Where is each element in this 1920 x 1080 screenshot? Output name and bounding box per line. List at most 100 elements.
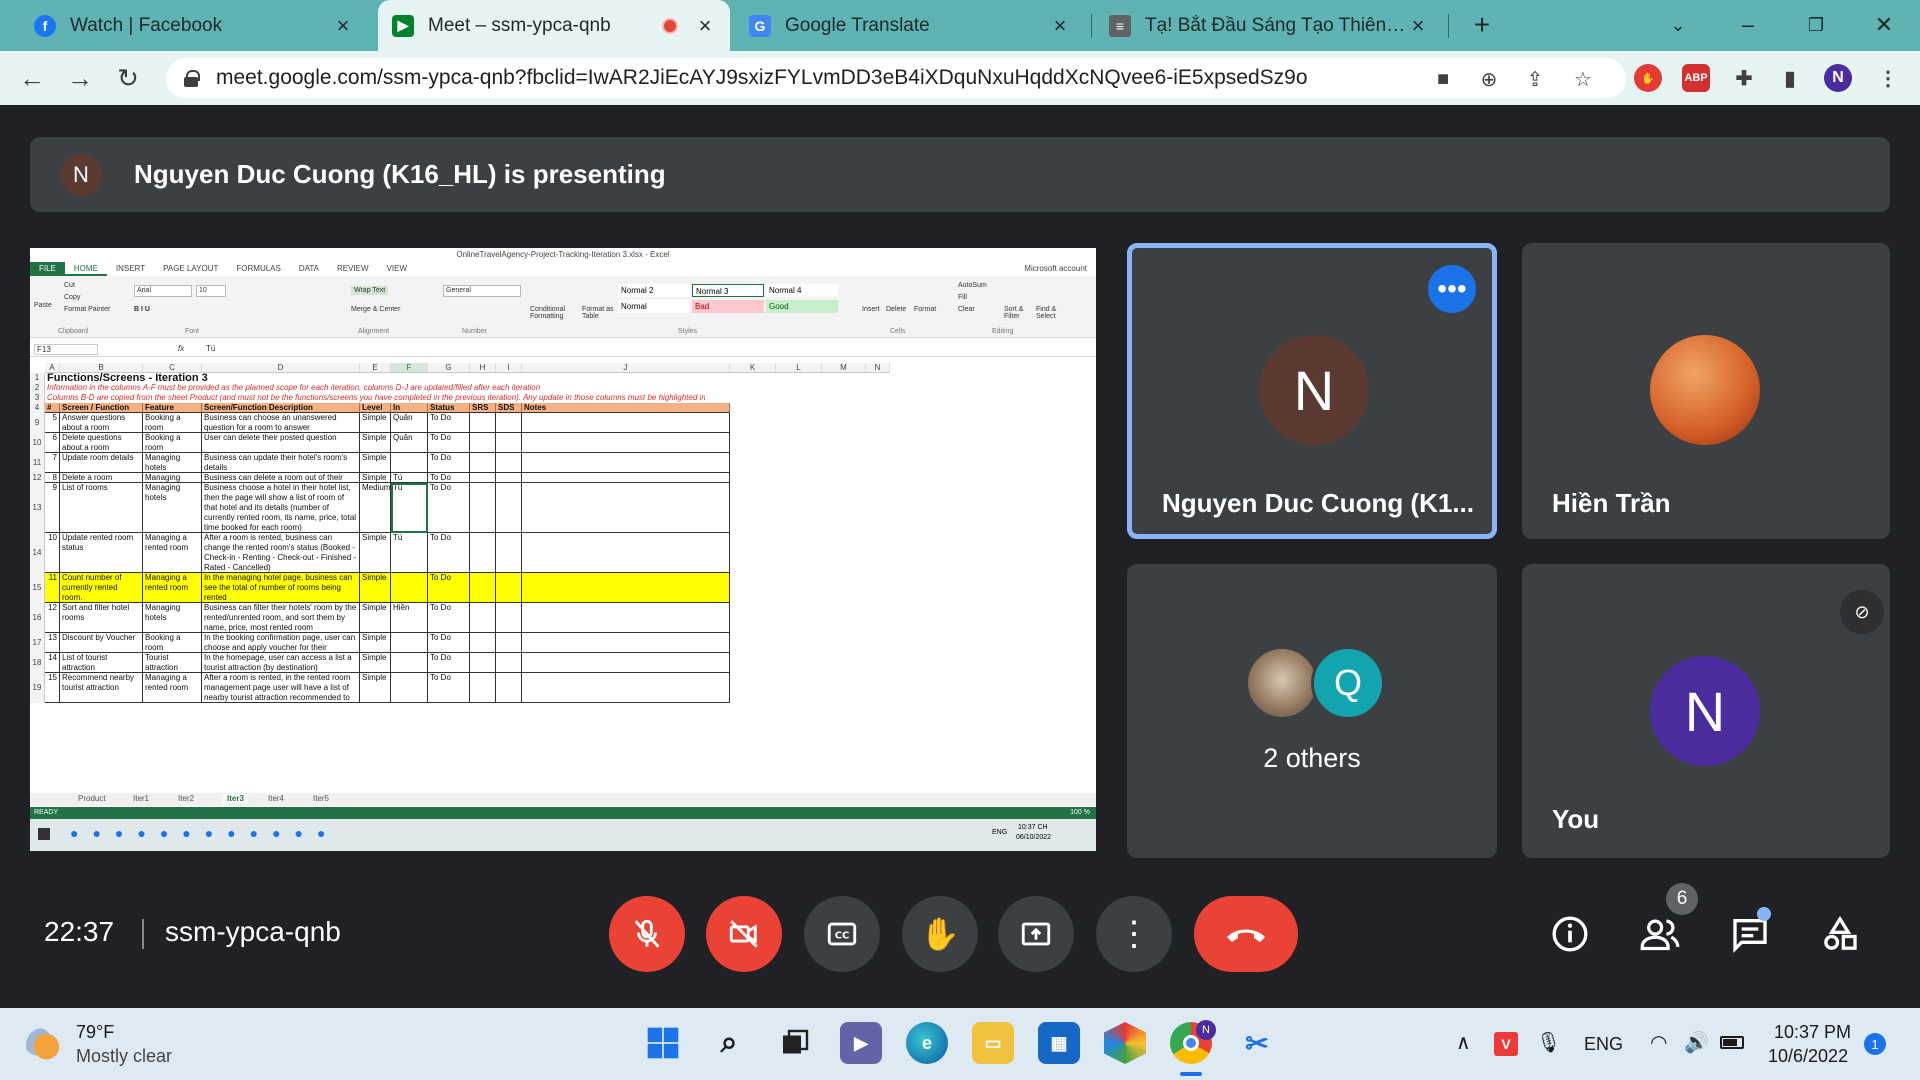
paste-button[interactable]: Paste <box>34 302 52 309</box>
table-cell[interactable]: Business can choose an unanswered questi… <box>202 413 360 433</box>
table-cell[interactable] <box>470 453 496 473</box>
row-header[interactable]: 13 <box>30 483 45 533</box>
ribbon-tab-file[interactable]: FILE <box>30 262 65 276</box>
style-good[interactable]: Good <box>766 300 838 313</box>
ribbon-tab-view[interactable]: VIEW <box>378 262 416 276</box>
table-cell[interactable] <box>470 483 496 533</box>
table-cell[interactable]: Simple <box>360 633 391 653</box>
table-cell[interactable]: Discount by Voucher <box>60 633 143 653</box>
table-cell[interactable] <box>522 473 730 483</box>
table-cell[interactable]: 5 <box>45 413 60 433</box>
wifi-icon[interactable]: ◠ <box>1650 1030 1667 1055</box>
column-header[interactable]: D <box>202 363 360 373</box>
table-cell[interactable]: Hiền <box>391 603 428 633</box>
conditional-formatting-button[interactable]: Conditional Formatting <box>530 306 580 320</box>
tab-facebook[interactable]: f Watch | Facebook × <box>20 0 368 51</box>
table-header-cell[interactable]: Notes <box>522 403 730 413</box>
sheet-tab[interactable]: Iter2 <box>178 794 194 803</box>
battery-icon[interactable] <box>1720 1036 1744 1049</box>
table-cell[interactable]: Simple <box>360 603 391 633</box>
row-header[interactable]: 16 <box>30 603 45 633</box>
table-header-cell[interactable]: SRS <box>470 403 496 413</box>
column-header[interactable]: L <box>776 363 822 373</box>
sort-filter-button[interactable]: Sort & Filter <box>1004 306 1034 320</box>
sheet-tab[interactable]: Iter5 <box>313 794 329 803</box>
participant-tile-you[interactable]: ⊘ N You <box>1522 564 1890 858</box>
column-header[interactable]: H <box>470 363 496 373</box>
table-cell[interactable]: Quân <box>391 413 428 433</box>
table-cell[interactable]: To Do <box>428 483 470 533</box>
table-cell[interactable]: Booking a room <box>143 633 202 653</box>
sheet-tab[interactable]: Iter1 <box>133 794 149 803</box>
name-box[interactable]: F13 <box>34 344 98 355</box>
column-header[interactable]: J <box>522 363 730 373</box>
table-cell[interactable] <box>496 453 522 473</box>
table-cell[interactable] <box>496 673 522 703</box>
table-cell[interactable]: 13 <box>45 633 60 653</box>
style-normal[interactable]: Normal <box>618 300 690 313</box>
minimize-button[interactable]: – <box>1728 8 1768 42</box>
table-cell[interactable]: In the booking confirmation page, user c… <box>202 633 360 653</box>
table-cell[interactable]: To Do <box>428 533 470 573</box>
table-cell[interactable]: Tourist attraction <box>143 653 202 673</box>
volume-icon[interactable]: 🔊 <box>1684 1030 1709 1055</box>
table-cell[interactable]: Managing hotels <box>143 483 202 533</box>
table-cell[interactable] <box>391 653 428 673</box>
fill-button[interactable]: Fill <box>958 294 967 301</box>
table-cell[interactable] <box>470 603 496 633</box>
table-cell[interactable]: Delete a room <box>60 473 143 483</box>
present-screen-button[interactable] <box>998 896 1074 972</box>
table-cell[interactable]: To Do <box>428 673 470 703</box>
taskbar-date[interactable]: 10/6/2022 <box>1768 1046 1848 1067</box>
ribbon-tab-review[interactable]: REVIEW <box>328 262 378 276</box>
table-cell[interactable] <box>470 573 496 603</box>
table-cell[interactable]: List of rooms <box>60 483 143 533</box>
style-normal-3[interactable]: Normal 3 <box>692 284 764 297</box>
table-cell[interactable]: To Do <box>428 413 470 433</box>
sheet-tab[interactable]: Iter3 <box>223 794 248 803</box>
row-header[interactable]: 1 <box>30 373 45 383</box>
table-cell[interactable] <box>496 573 522 603</box>
row-header[interactable]: 14 <box>30 533 45 573</box>
edge-icon[interactable]: e <box>906 1022 948 1064</box>
row-header[interactable]: 2 <box>30 383 45 393</box>
spreadsheet-grid[interactable]: A B C D E F G H I J K L M N 1 Functions/Screens - Itera… <box>30 363 1086 793</box>
table-header-cell[interactable]: Level <box>360 403 391 413</box>
new-tab-button[interactable]: + <box>1462 8 1502 42</box>
row-header[interactable]: 4 <box>30 403 45 413</box>
table-cell[interactable] <box>496 653 522 673</box>
show-hidden-icons[interactable]: ∧ <box>1456 1030 1471 1055</box>
microphone-tray-icon[interactable]: 🎙 <box>1536 1030 1561 1055</box>
participant-tile-presenter[interactable]: ••• N Nguyen Duc Cuong (K1... <box>1127 243 1497 539</box>
table-cell[interactable]: Update room details <box>60 453 143 473</box>
font-name-select[interactable]: Arial <box>134 285 192 297</box>
table-cell[interactable] <box>496 433 522 453</box>
column-header[interactable]: F <box>391 363 428 373</box>
sheet-note[interactable]: Columns B-D are copied from the sheet Pr… <box>45 393 705 403</box>
microphone-off-button[interactable] <box>609 896 685 972</box>
copy-button[interactable]: Copy <box>64 294 80 301</box>
insert-cells-button[interactable]: Insert <box>862 306 880 313</box>
sheet-tab[interactable]: Iter4 <box>268 794 284 803</box>
table-cell[interactable] <box>470 673 496 703</box>
zoom-level[interactable]: 100 % <box>1070 807 1090 819</box>
style-normal-2[interactable]: Normal 2 <box>618 284 690 297</box>
row-header[interactable]: 3 <box>30 393 45 403</box>
table-cell[interactable]: User can delete their posted question <box>202 433 360 453</box>
close-icon[interactable]: × <box>1407 13 1429 39</box>
table-cell[interactable] <box>496 603 522 633</box>
url-text[interactable]: meet.google.com/ssm-ypca-qnb?fbclid=IwAR… <box>216 66 1308 90</box>
reload-icon[interactable]: ↻ <box>114 63 142 93</box>
row-header[interactable]: 18 <box>30 653 45 673</box>
table-cell[interactable] <box>470 633 496 653</box>
table-cell[interactable]: To Do <box>428 653 470 673</box>
table-cell[interactable]: Tú <box>391 533 428 573</box>
table-cell[interactable] <box>391 633 428 653</box>
captions-button[interactable]: CC <box>804 896 880 972</box>
table-cell[interactable]: 14 <box>45 653 60 673</box>
close-icon[interactable]: × <box>1049 13 1071 39</box>
vivaldi-tray-icon[interactable]: V <box>1494 1032 1518 1056</box>
table-cell[interactable] <box>522 533 730 573</box>
table-cell[interactable]: Delete questions about a room <box>60 433 143 453</box>
table-cell[interactable] <box>470 413 496 433</box>
